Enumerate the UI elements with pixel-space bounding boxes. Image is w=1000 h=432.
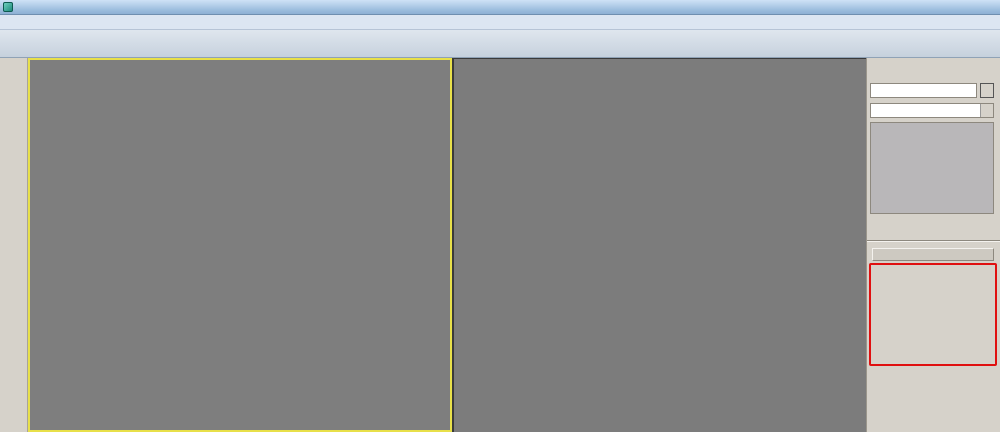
main-area — [0, 58, 1000, 432]
front-viewport-canvas[interactable] — [30, 60, 450, 430]
orthographic-viewport[interactable] — [452, 58, 866, 432]
menu-bar — [0, 15, 1000, 30]
panel-divider — [867, 240, 1000, 242]
object-name-field[interactable] — [870, 83, 977, 98]
3dsmax-window — [0, 0, 1000, 432]
main-toolbar — [0, 30, 1000, 58]
object-color-swatch[interactable] — [980, 83, 994, 98]
axis-constraints-toolbar — [0, 58, 28, 432]
app-icon — [3, 2, 13, 12]
parameters-rollout-header[interactable] — [872, 248, 994, 261]
dropdown-arrow-icon[interactable] — [980, 104, 993, 117]
modifier-stack[interactable] — [870, 122, 994, 214]
title-bar[interactable] — [0, 0, 1000, 15]
front-viewport[interactable] — [28, 58, 452, 432]
orthographic-viewport-canvas[interactable] — [454, 59, 866, 432]
command-panel — [866, 58, 1000, 432]
red-highlight-box — [869, 263, 997, 366]
modifier-list-dropdown[interactable] — [870, 103, 994, 118]
